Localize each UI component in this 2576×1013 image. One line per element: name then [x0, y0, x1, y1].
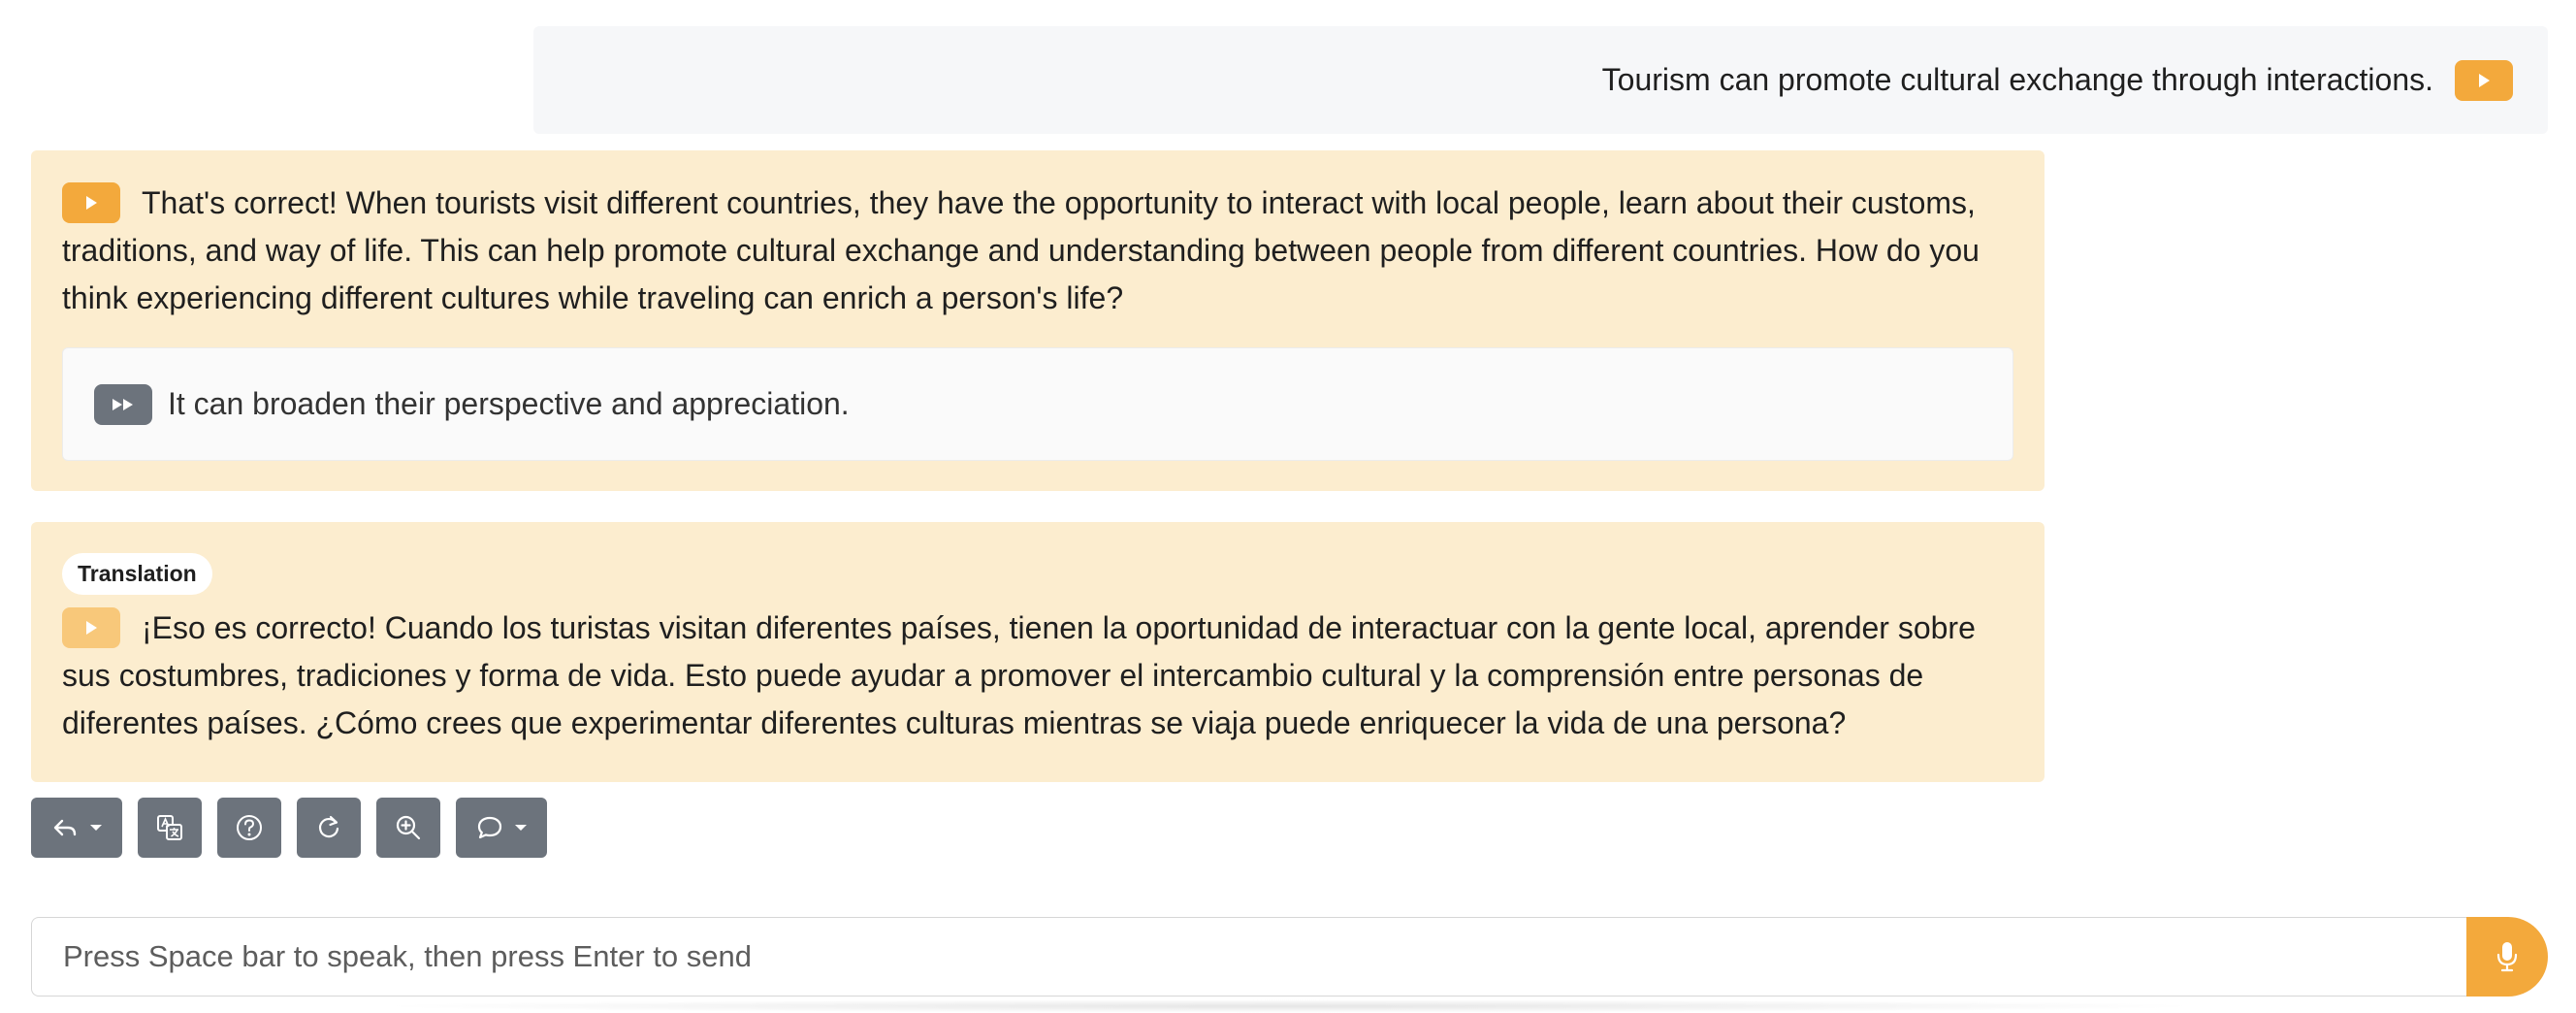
play-icon: [2479, 73, 2490, 87]
assistant-message-text: That's correct! When tourists visit diff…: [62, 185, 1980, 315]
comment-icon: [477, 816, 502, 839]
chat-input[interactable]: [31, 917, 2466, 997]
translation-text: ¡Eso es correcto! Cuando los turistas vi…: [62, 610, 1976, 740]
suggested-reply[interactable]: It can broaden their perspective and app…: [62, 347, 2013, 461]
suggested-reply-play-button[interactable]: [94, 383, 152, 425]
user-message-play-button[interactable]: [2455, 59, 2513, 101]
help-button[interactable]: [217, 798, 281, 858]
microphone-button[interactable]: [2466, 917, 2548, 997]
reply-icon: [53, 819, 77, 836]
zoom-in-button[interactable]: [376, 798, 440, 858]
microphone-icon: [2496, 942, 2518, 972]
play-icon: [86, 195, 97, 210]
help-icon: [237, 815, 262, 840]
translation-play-button[interactable]: [62, 606, 120, 648]
regenerate-button[interactable]: [297, 798, 361, 858]
refresh-icon: [319, 815, 339, 838]
caret-down-icon: [90, 825, 102, 831]
assistant-message-play-button[interactable]: [62, 181, 120, 223]
user-message-text: Tourism can promote cultural exchange th…: [1601, 62, 2433, 97]
comment-dropdown-button[interactable]: [456, 798, 547, 858]
play-icon: [86, 620, 97, 635]
translation-label: Translation: [62, 553, 212, 595]
user-message: Tourism can promote cultural exchange th…: [533, 26, 2548, 134]
zoom-in-icon: [396, 815, 421, 840]
suggested-reply-text: It can broaden their perspective and app…: [168, 386, 850, 421]
translate-icon: [157, 815, 182, 840]
assistant-message: That's correct! When tourists visit diff…: [31, 150, 2045, 491]
input-shadow: [369, 999, 2211, 1013]
translate-button[interactable]: [138, 798, 202, 858]
chat-page: Tourism can promote cultural exchange th…: [0, 0, 2576, 1013]
reply-dropdown-button[interactable]: [31, 798, 122, 858]
caret-down-icon: [515, 825, 527, 831]
message-toolbar: [31, 798, 547, 858]
translation-panel: Translation ¡Eso es correcto! Cuando los…: [31, 522, 2045, 782]
chat-input-bar: [31, 917, 2548, 997]
fast-forward-icon: [113, 398, 133, 410]
